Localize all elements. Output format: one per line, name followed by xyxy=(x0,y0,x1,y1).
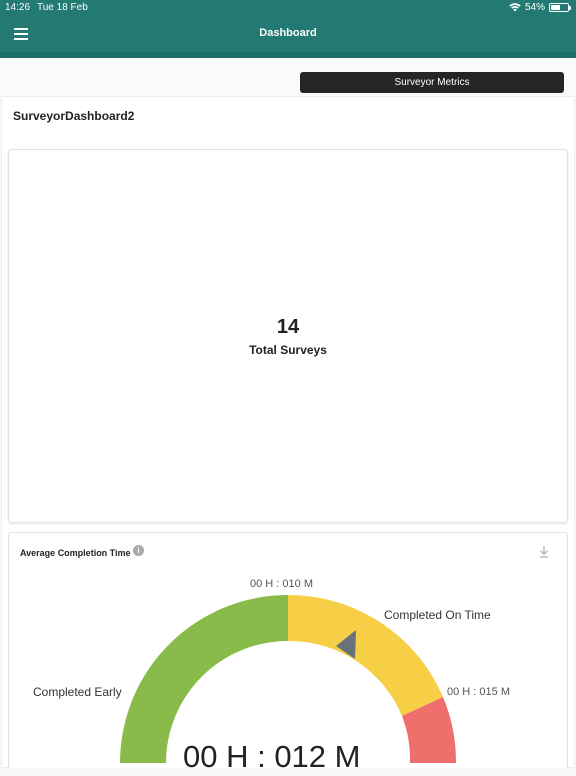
completion-gauge xyxy=(120,594,457,763)
gauge-center-value: 00 H : 012 M xyxy=(183,739,361,774)
gauge-label-on-time: Completed On Time xyxy=(384,608,491,622)
gauge-marker-10: 00 H : 010 M xyxy=(250,578,313,590)
gauge-marker-15: 00 H : 015 M xyxy=(447,686,510,698)
gauge-label-early: Completed Early xyxy=(33,685,122,699)
